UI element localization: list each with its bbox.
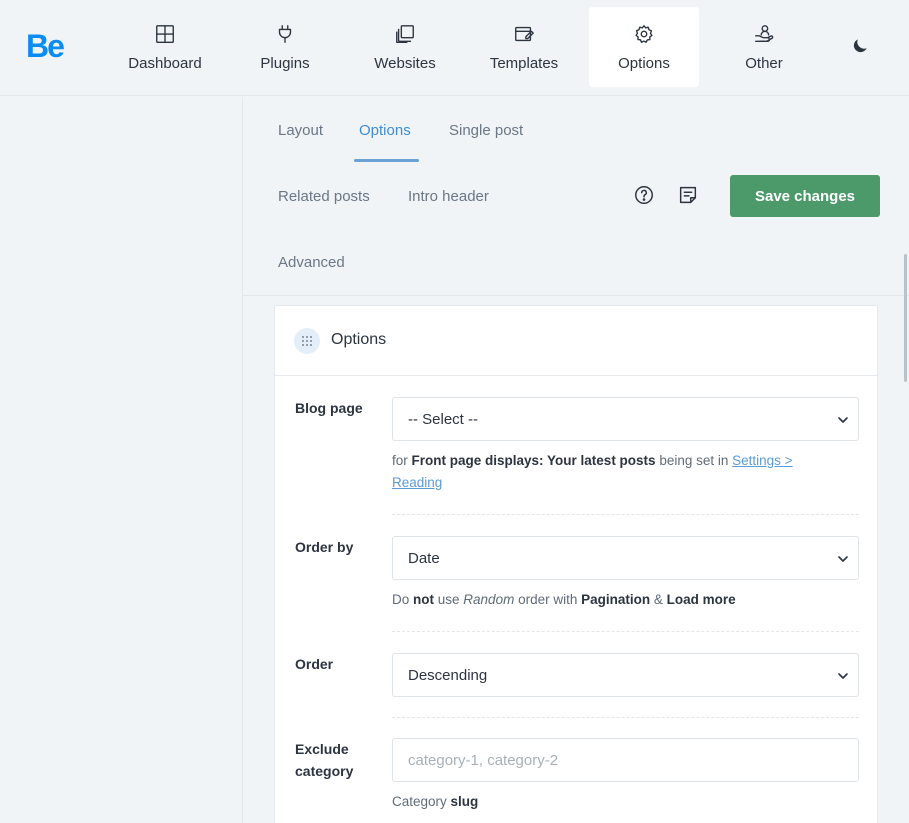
- options-panel: Options Blog page -- Select -- for Front…: [274, 305, 878, 823]
- exclude-category-help: Category slug: [392, 794, 479, 809]
- exclude-category-input[interactable]: [392, 738, 859, 782]
- panel-title: Options: [331, 331, 387, 348]
- divider: [392, 717, 859, 718]
- nav-item-other[interactable]: Other: [709, 7, 819, 87]
- tab-layout[interactable]: Layout: [278, 122, 323, 139]
- drag-dots-icon[interactable]: [294, 328, 320, 354]
- logo[interactable]: Be: [26, 30, 65, 62]
- tab-single-post[interactable]: Single post: [449, 122, 523, 139]
- templates-icon: [515, 26, 534, 42]
- order-label: Order: [295, 656, 334, 672]
- hand-user-icon: [755, 25, 774, 43]
- order-value: Descending: [408, 667, 488, 684]
- tab-related-posts[interactable]: Related posts: [278, 188, 370, 205]
- nav-item-options[interactable]: Options: [589, 7, 699, 87]
- exclude-category-label: Exclude category: [295, 741, 354, 779]
- tab-intro-header[interactable]: Intro header: [408, 188, 489, 205]
- blog-page-help: for Front page displays: Your latest pos…: [392, 453, 793, 490]
- order-by-select[interactable]: Date: [392, 536, 859, 580]
- nav-item-plugins[interactable]: Plugins: [230, 7, 340, 87]
- tab-options[interactable]: Options: [359, 122, 411, 139]
- dashboard-icon: [156, 25, 174, 43]
- divider: [392, 631, 859, 632]
- nav-label: Options: [618, 55, 670, 72]
- divider: [392, 514, 859, 515]
- save-button[interactable]: Save changes: [730, 175, 880, 217]
- order-select[interactable]: Descending: [392, 653, 859, 697]
- notes-icon[interactable]: [677, 184, 701, 208]
- nav-label: Dashboard: [128, 55, 202, 72]
- nav-item-dashboard[interactable]: Dashboard: [110, 7, 220, 87]
- nav-label: Plugins: [260, 55, 310, 72]
- scrollbar[interactable]: [904, 254, 907, 382]
- nav-item-templates[interactable]: Templates: [469, 7, 579, 87]
- nav-label: Other: [745, 55, 783, 72]
- active-tab-indicator: [354, 159, 419, 162]
- plug-icon: [278, 25, 292, 43]
- nav-item-websites[interactable]: Websites: [350, 7, 460, 87]
- chevron-down-icon: [838, 417, 848, 423]
- top-navigation: Be Dashboard Plugins Websites Templates …: [0, 0, 909, 96]
- subtabs: Layout Options Single post Related posts…: [243, 97, 909, 296]
- order-by-value: Date: [408, 550, 440, 567]
- blog-page-value: -- Select --: [408, 411, 479, 428]
- order-by-label: Order by: [295, 539, 354, 555]
- nav-label: Websites: [374, 55, 436, 72]
- nav-label: Templates: [489, 55, 559, 72]
- blog-page-select[interactable]: -- Select --: [392, 397, 859, 441]
- sidebar: [0, 97, 243, 823]
- websites-icon: [396, 25, 414, 43]
- help-icon[interactable]: [633, 184, 657, 208]
- gear-icon: [635, 25, 653, 43]
- blog-page-label: Blog page: [295, 400, 363, 416]
- panel-header: Options: [275, 306, 877, 376]
- tab-advanced[interactable]: Advanced: [278, 254, 345, 271]
- order-by-help: Do not use Random order with Pagination …: [392, 592, 736, 607]
- chevron-down-icon: [838, 556, 848, 562]
- moon-icon[interactable]: [850, 36, 870, 56]
- chevron-down-icon: [838, 673, 848, 679]
